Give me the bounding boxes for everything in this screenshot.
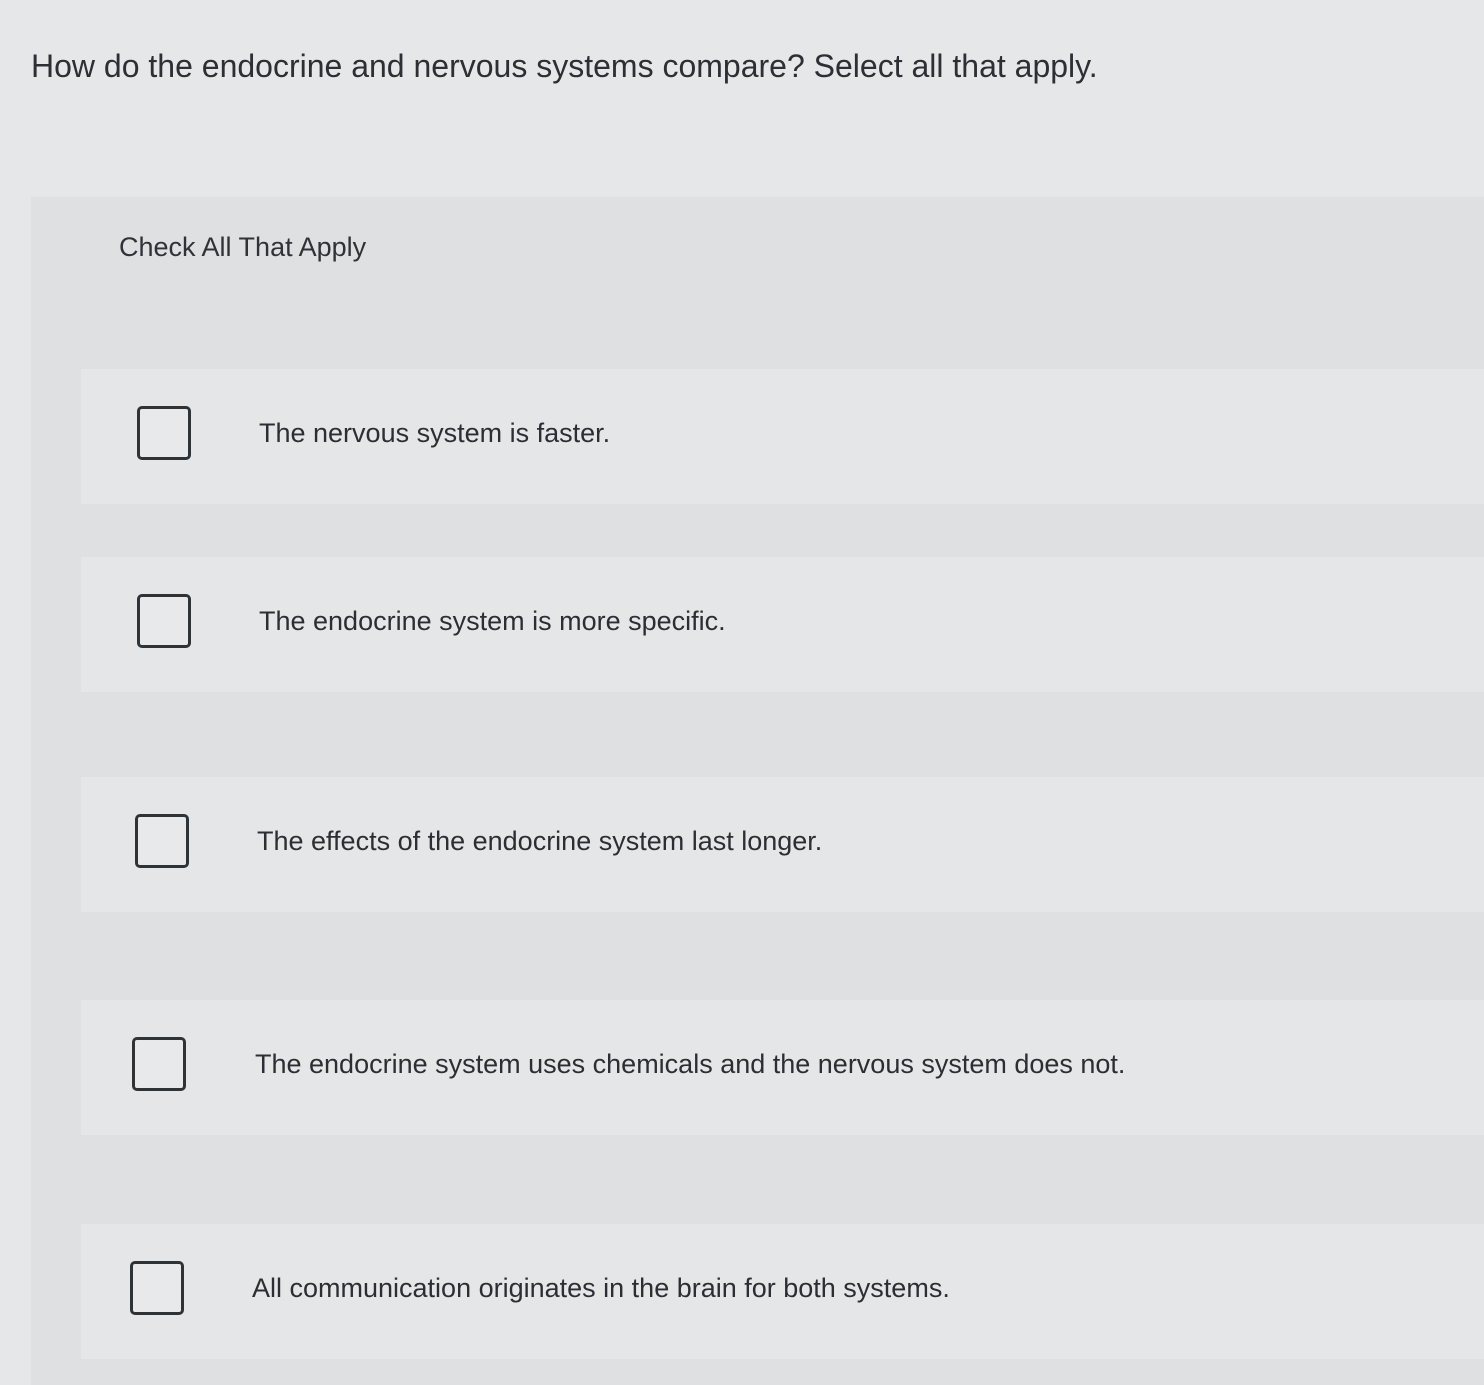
option-brain-origin[interactable]: All communication originates in the brai… [81, 1224, 1484, 1359]
option-endocrine-chemicals[interactable]: The endocrine system uses chemicals and … [81, 1000, 1484, 1135]
option-nervous-faster[interactable]: The nervous system is faster. [81, 369, 1484, 504]
option-endocrine-longer[interactable]: The effects of the endocrine system last… [81, 777, 1484, 912]
option-label: The effects of the endocrine system last… [257, 826, 823, 856]
option-label: The endocrine system uses chemicals and … [255, 1049, 1126, 1079]
option-endocrine-specific[interactable]: The endocrine system is more specific. [81, 557, 1484, 692]
option-label: The endocrine system is more specific. [259, 606, 726, 636]
option-label: The nervous system is faster. [259, 418, 611, 448]
checkbox-nervous-faster[interactable] [137, 406, 191, 460]
question-text: How do the endocrine and nervous systems… [31, 48, 1098, 84]
check-all-header: Check All That Apply [119, 232, 367, 262]
checkbox-endocrine-chemicals[interactable] [132, 1037, 186, 1091]
checkbox-endocrine-longer[interactable] [135, 814, 189, 868]
checkbox-brain-origin[interactable] [130, 1261, 184, 1315]
answer-panel: Check All That Apply The nervous system … [31, 197, 1484, 1385]
option-label: All communication originates in the brai… [252, 1273, 950, 1303]
checkbox-endocrine-specific[interactable] [137, 594, 191, 648]
